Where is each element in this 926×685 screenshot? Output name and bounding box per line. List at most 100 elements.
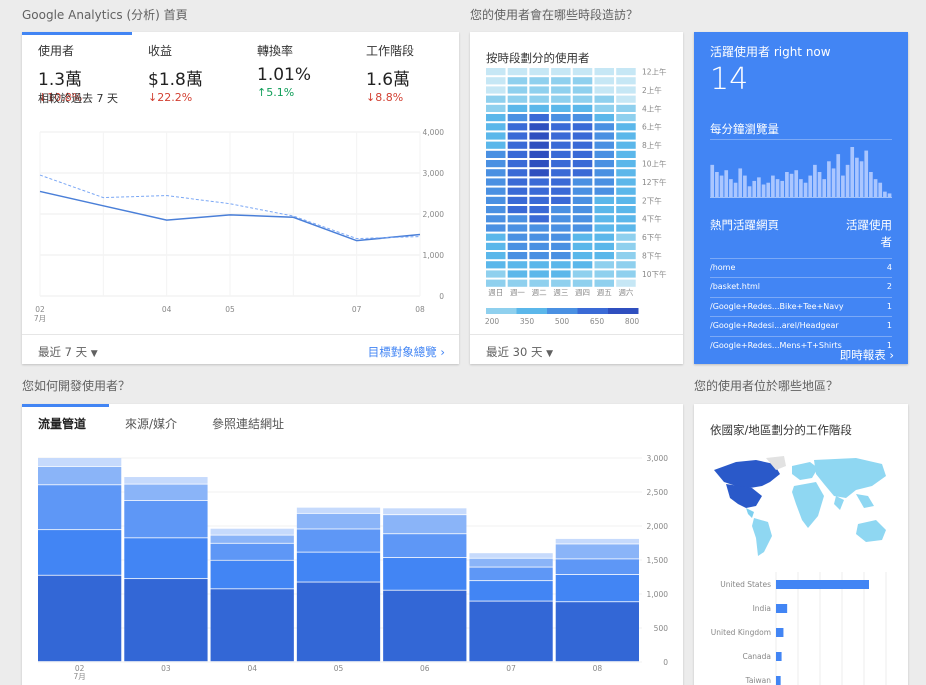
date-range-selector[interactable]: 最近 30 天 ▼ [486, 344, 553, 360]
heatmap-cell [551, 196, 571, 204]
heatmap-cell [572, 206, 593, 214]
heatmap-cell [507, 86, 528, 94]
top-pages-header: 熱門活躍網頁 [710, 218, 779, 232]
pageview-bar [789, 173, 794, 197]
heatmap-cell [507, 104, 528, 112]
country-bar[interactable] [776, 628, 784, 637]
audience-overview-link[interactable]: 目標對象總覽 › [368, 344, 445, 360]
heatmap-cell [486, 141, 506, 149]
pageview-bar [771, 175, 775, 197]
heatmap-cell [507, 187, 528, 195]
pageview-bar [785, 172, 789, 197]
stacked-bar-segment [38, 575, 122, 662]
top-page-row[interactable]: /basket.html 2 [710, 277, 892, 296]
heatmap-cell [551, 160, 571, 168]
hour-label: 12上午 [642, 67, 667, 77]
chevron-right-icon: › [889, 348, 894, 362]
pageview-bar [752, 180, 757, 197]
stacked-bar-segment [383, 590, 467, 662]
stacked-bar-segment [383, 508, 467, 515]
heatmap-cell [572, 132, 593, 140]
heatmap-cell [594, 178, 614, 186]
country-bar[interactable] [776, 676, 781, 685]
pageview-bar [733, 182, 738, 197]
stacked-bar-segment [210, 589, 294, 662]
heatmap-cell [486, 150, 506, 158]
heatmap-cell [529, 242, 549, 250]
heatmap-cell [594, 242, 614, 250]
date-range-label: 最近 30 天 [486, 345, 543, 359]
section-title-acquire: 您如何開發使用者？ [22, 379, 131, 393]
top-page-row[interactable]: /home 4 [710, 258, 892, 277]
heatmap-cell [529, 270, 549, 278]
heatmap-cell [572, 104, 593, 112]
heatmap-cell [594, 77, 614, 85]
country-bar[interactable] [776, 580, 869, 589]
heatmap-cell [594, 169, 614, 177]
stacked-bar-segment [469, 553, 553, 558]
heatmap-cell [572, 196, 593, 204]
hour-label: 8上午 [642, 140, 662, 150]
x-tick-label: 04 [162, 305, 172, 314]
heatmap-cell [594, 187, 614, 195]
heatmap-cell [594, 104, 614, 112]
kpi-value: 1.01% [257, 65, 312, 85]
kpi-label: 轉換率 [257, 44, 294, 58]
heatmap-cell [551, 150, 571, 158]
heatmap-cell [594, 261, 614, 269]
heatmap-cell [529, 215, 549, 223]
realtime-report-link[interactable]: 即時報表 › [840, 347, 894, 363]
pageview-bar [738, 168, 743, 197]
hour-label: 6上午 [642, 122, 662, 132]
chevron-right-icon: › [440, 345, 445, 359]
date-range-selector[interactable]: 最近 7 天 ▼ [38, 344, 98, 360]
tab-referrals[interactable]: 參照連結網址 [212, 415, 284, 432]
kpi-sessions[interactable]: 工作階段 1.6萬 ↓8.8% [366, 42, 414, 104]
stacked-bar-segment [555, 602, 639, 662]
heatmap-cell [507, 242, 528, 250]
heatmap-cell [594, 160, 614, 168]
heatmap-cell [486, 169, 506, 177]
top-page-row[interactable]: /Google+Redesi...arel/Headgear 1 [710, 316, 892, 335]
heatmap-cell [594, 196, 614, 204]
heatmap-cell [507, 178, 528, 186]
heatmap-cell [594, 68, 614, 76]
country-bar[interactable] [776, 604, 788, 613]
stacked-bar-segment [210, 543, 294, 560]
heatmap-cell [507, 261, 528, 269]
tab-source-medium[interactable]: 來源/媒介 [125, 415, 177, 432]
kpi-revenue[interactable]: 收益 $1.8萬 ↓22.2% [148, 42, 203, 104]
heatmap-cell [551, 252, 571, 260]
tab-channels[interactable]: 流量管道 [38, 415, 86, 432]
heatmap-cell [507, 233, 528, 241]
heatmap-cell [616, 215, 636, 223]
pageview-bar [766, 182, 771, 197]
realtime-card: 活躍使用者 right now 14 每分鐘瀏覽量 熱門活躍網頁 活躍使用者 /… [694, 32, 908, 364]
heatmap-cell [486, 132, 506, 140]
heatmap-cell [572, 261, 593, 269]
kpi-conversion-rate[interactable]: 轉換率 1.01% ↑5.1% [257, 42, 311, 99]
y-tick-label: 3,000 [423, 169, 445, 178]
heatmap-cell [529, 141, 549, 149]
heatmap-cell [572, 233, 593, 241]
world-map[interactable] [706, 452, 896, 562]
heatmap-cell [551, 242, 571, 250]
heatmap-cell [594, 141, 614, 149]
kpi-change: ↓22.2% [148, 91, 193, 104]
page-path: /Google+Redes...Mens+T+Shirts [710, 340, 842, 350]
heatmap-cell [572, 114, 593, 122]
heatmap-cell [594, 95, 614, 103]
top-page-row[interactable]: /Google+Redes...Bike+Tee+Navy 1 [710, 296, 892, 316]
y-tick-label: 2,000 [423, 210, 445, 219]
heatmap-cell [572, 187, 593, 195]
pageview-bar [808, 175, 813, 197]
heatmap-cell [616, 150, 636, 158]
country-bar[interactable] [776, 652, 782, 661]
x-tick-label: 08 [593, 664, 603, 673]
pageview-bar [855, 157, 859, 197]
heatmap-cell [616, 233, 636, 241]
pageview-bar [780, 180, 785, 197]
heatmap-cell [616, 169, 636, 177]
heatmap-cell [507, 150, 528, 158]
heatmap-cell [616, 160, 636, 168]
